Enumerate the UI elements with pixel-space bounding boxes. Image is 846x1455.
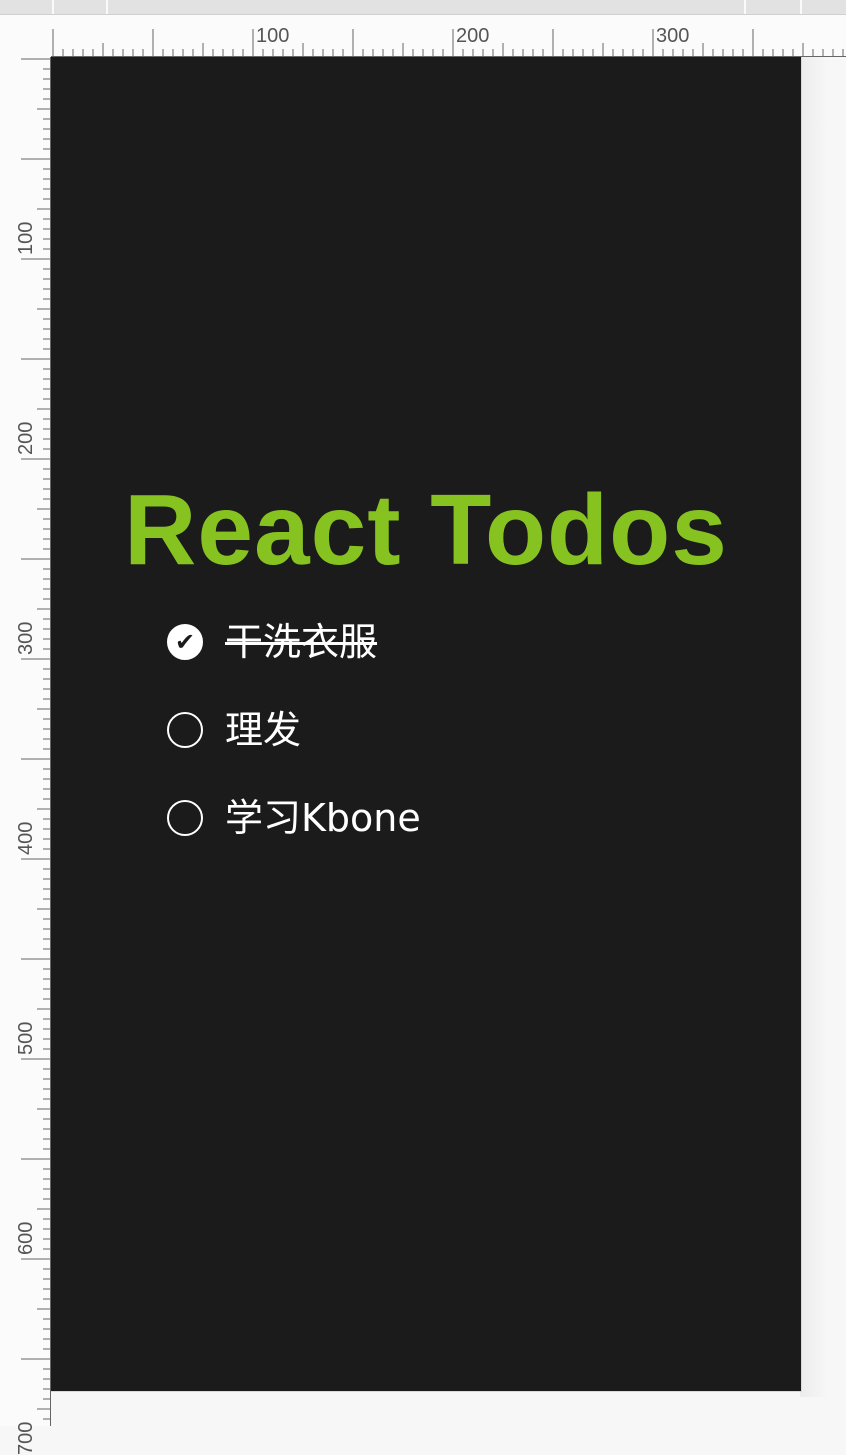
todo-item[interactable]: ✔ 干洗衣服: [167, 598, 421, 686]
toolbar-divider: [744, 0, 746, 14]
toolbar-divider: [52, 0, 54, 14]
toolbar-divider: [800, 0, 802, 14]
todo-item[interactable]: 理发: [167, 686, 421, 774]
todo-label: 学习Kbone: [225, 796, 421, 840]
ruler-corner: [0, 15, 51, 57]
todo-item[interactable]: 学习Kbone: [167, 774, 421, 862]
top-toolbar-strip: [0, 0, 846, 15]
todo-label: 理发: [225, 708, 302, 752]
circle-outline-icon[interactable]: [167, 712, 203, 748]
circle-outline-icon[interactable]: [167, 800, 203, 836]
ruler-label-y-100: 100: [15, 221, 37, 255]
ruler-label-y-300: 300: [15, 621, 37, 655]
ruler-label-x-200: 200: [456, 25, 490, 47]
horizontal-ruler: 100 200 300: [51, 15, 846, 57]
checkmark-icon: ✔: [174, 628, 196, 656]
app-screen: React Todos ✔ 干洗衣服 理发 学习Kbone: [51, 57, 802, 1392]
ruler-label-y-200: 200: [15, 421, 37, 455]
page-title: React Todos: [124, 474, 728, 586]
ruler-label-x-300: 300: [656, 25, 690, 47]
ruler-label-y-400: 400: [15, 821, 37, 855]
ruler-label-y-500: 500: [15, 1021, 37, 1055]
vertical-ruler: 100 200 300 400 500 600 700: [0, 57, 51, 1455]
ruler-label-y-600: 600: [15, 1221, 37, 1255]
todo-list: ✔ 干洗衣服 理发 学习Kbone: [167, 598, 421, 862]
ruler-label-y-700: 700: [15, 1421, 37, 1455]
toolbar-divider: [106, 0, 108, 14]
horizontal-ruler-ticks: [52, 29, 844, 57]
check-circle-filled-icon[interactable]: ✔: [167, 624, 203, 660]
todo-label: 干洗衣服: [225, 620, 378, 664]
canvas-shadow: [800, 57, 846, 1397]
ruler-label-x-100: 100: [256, 25, 290, 47]
